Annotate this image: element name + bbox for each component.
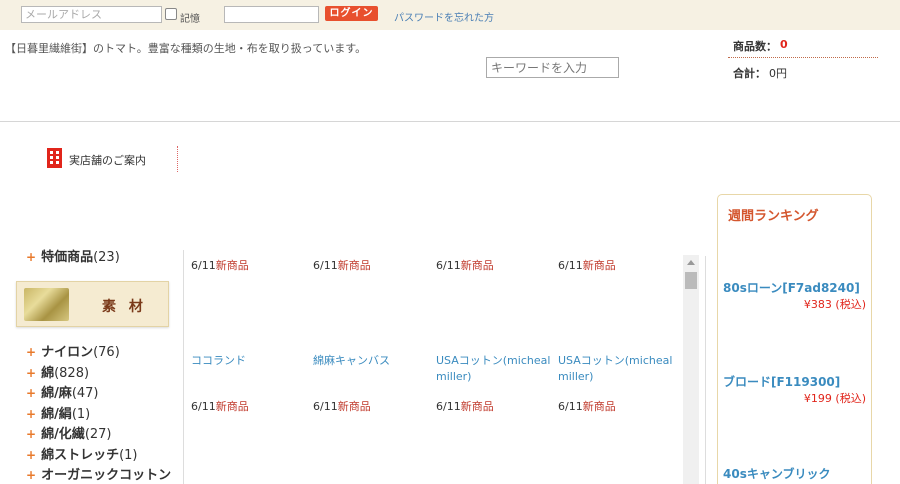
category-count: (828) xyxy=(54,365,90,381)
product-date-tag: 6/11新商品 xyxy=(191,259,249,272)
cart-count-value: 0 xyxy=(780,38,788,51)
ranking-item-price: ¥199 (税込) xyxy=(803,392,866,405)
ranking-title: 週間ランキング xyxy=(728,209,819,224)
category-item[interactable]: + 綿/絹(1) xyxy=(26,403,171,424)
category-count: (1) xyxy=(71,406,91,422)
fabric-thumbnail xyxy=(24,288,69,321)
product-date-tag: 6/11新商品 xyxy=(313,400,371,413)
forgot-password-link[interactable]: パスワードを忘れた方 xyxy=(394,9,494,24)
product-date-tag: 6/11新商品 xyxy=(436,400,494,413)
category-label: 綿/麻 xyxy=(41,386,72,401)
password-field[interactable] xyxy=(224,6,319,23)
product-link[interactable]: 綿麻キャンバス xyxy=(313,353,431,369)
category-label: オーガニックコットン xyxy=(41,468,172,483)
ranking-item-price: ¥383 (税込) xyxy=(803,298,866,311)
sidebar-item-count: (23) xyxy=(93,250,120,265)
category-section-title: 素 材 xyxy=(102,299,147,315)
category-count: (47) xyxy=(71,386,99,401)
product-date-tag: 6/11新商品 xyxy=(558,400,616,413)
category-section-header: 素 材 xyxy=(16,281,169,327)
category-label: 綿/絹 xyxy=(41,406,72,422)
cart-divider xyxy=(728,57,878,58)
remember-label: 記憶 xyxy=(180,14,200,25)
category-item[interactable]: + オーガニックコットン xyxy=(26,464,171,484)
product-link[interactable]: ココランド xyxy=(191,353,309,369)
ranking-divider xyxy=(705,256,706,484)
content-divider xyxy=(183,250,184,484)
cart-count-label: 商品数： xyxy=(733,40,777,53)
plus-icon: + xyxy=(26,345,37,359)
ranking-item-name[interactable]: ブロード[F119300] xyxy=(723,373,840,390)
site-description: 【日暮里繊維街】のトマト。豊富な種類の生地・布を取り扱っています。 xyxy=(5,42,367,55)
category-count: (1) xyxy=(119,447,138,463)
plus-icon: + xyxy=(26,468,37,482)
plus-icon: + xyxy=(26,406,37,421)
plus-icon: + xyxy=(26,250,37,264)
category-label: 綿ストレッチ xyxy=(41,447,120,463)
login-button[interactable]: ログイン xyxy=(325,6,378,21)
sidebar-item-special[interactable]: + 特価商品(23) xyxy=(26,246,120,265)
category-item[interactable]: + ナイロン(76) xyxy=(26,341,171,362)
store-info-link[interactable]: 実店舗のご案内 xyxy=(69,152,146,168)
product-date-tag: 6/11新商品 xyxy=(191,400,249,413)
cart-total-value: 0円 xyxy=(769,67,787,80)
product-date-tag: 6/11新商品 xyxy=(313,259,371,272)
category-list: + ナイロン(76) + 綿(828) + 綿/麻(47) + 綿/絹(1) + 綿/化繊… xyxy=(26,341,171,484)
scroll-up-arrow-icon[interactable] xyxy=(687,260,695,265)
weekly-ranking-panel: 週間ランキング 80sローン[F7ad8240] ¥383 (税込) ブロード[… xyxy=(717,194,872,484)
building-icon xyxy=(47,148,62,168)
category-label: 綿 xyxy=(41,365,55,381)
category-count: (27) xyxy=(84,427,112,442)
search-input[interactable] xyxy=(486,57,619,78)
cart-total-label: 合計： xyxy=(733,67,766,80)
remember-checkbox[interactable] xyxy=(165,8,177,20)
plus-icon: + xyxy=(26,447,37,462)
category-item[interactable]: + 綿/化繊(27) xyxy=(26,423,171,444)
product-link[interactable]: USAコットン(micheal miller) xyxy=(558,353,676,385)
category-count: (76) xyxy=(93,345,120,360)
product-link[interactable]: USAコットン(micheal miller) xyxy=(436,353,554,385)
login-bar: 記憶 ログイン パスワードを忘れた方 xyxy=(0,0,900,30)
scroll-thumb[interactable] xyxy=(685,272,697,289)
ranking-item-name[interactable]: 40sキャンブリック xyxy=(723,465,830,482)
product-scrollbar[interactable] xyxy=(683,255,699,484)
nav-divider xyxy=(177,146,178,172)
product-date-tag: 6/11新商品 xyxy=(436,259,494,272)
plus-icon: + xyxy=(26,386,37,400)
sidebar-item-label: 特価商品 xyxy=(41,250,94,265)
product-date-tag: 6/11新商品 xyxy=(558,259,616,272)
category-item[interactable]: + 綿/麻(47) xyxy=(26,382,171,403)
category-item[interactable]: + 綿ストレッチ(1) xyxy=(26,444,171,465)
email-field[interactable] xyxy=(21,6,162,23)
category-item[interactable]: + 綿(828) xyxy=(26,362,171,383)
ranking-item-name[interactable]: 80sローン[F7ad8240] xyxy=(723,279,860,296)
category-label: ナイロン xyxy=(41,345,94,360)
plus-icon: + xyxy=(26,365,37,380)
category-label: 綿/化繊 xyxy=(41,427,85,442)
plus-icon: + xyxy=(26,427,37,441)
header-divider xyxy=(0,121,900,122)
